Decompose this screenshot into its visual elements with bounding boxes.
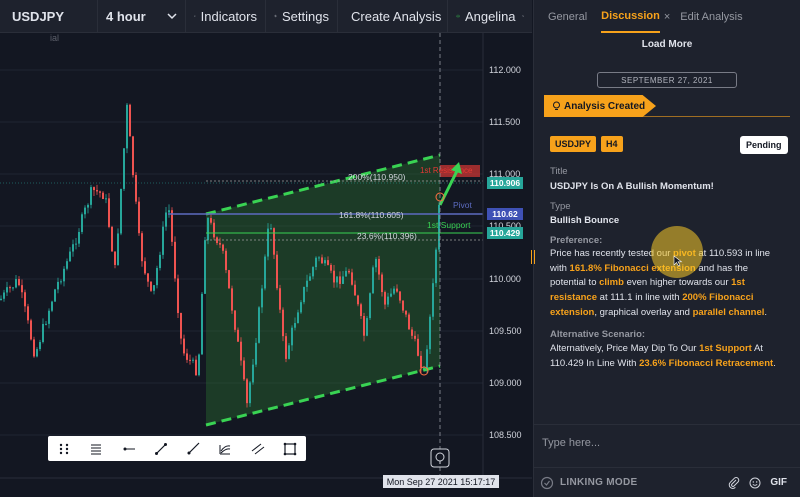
ray-icon[interactable] — [186, 442, 200, 456]
title-label: Title — [550, 166, 568, 177]
chevron-down-icon — [167, 13, 177, 20]
type-label: Type — [550, 201, 571, 212]
analysis-panel: General Discussion × Edit Analysis Load … — [531, 0, 800, 497]
message-input[interactable]: Type here... — [534, 424, 800, 465]
alt-text: Alternatively, Price May Dip To Our — [550, 343, 700, 354]
alt-highlight: 1st Support — [699, 343, 752, 354]
cursor-highlight — [651, 226, 703, 278]
parallel-channel-icon[interactable] — [251, 442, 265, 456]
price-axis-label: 112.000 — [489, 65, 521, 75]
badge-row: USDJPY H4 — [550, 136, 628, 152]
idea-marker[interactable] — [430, 448, 450, 468]
tab-general[interactable]: General — [548, 0, 587, 33]
price-axis-label: 111.500 — [489, 117, 520, 127]
fib-161-label: 161.8%(110.605) — [339, 210, 404, 220]
tab-close-icon[interactable]: × — [664, 11, 670, 23]
symbol-badge: USDJPY — [550, 136, 597, 152]
alt-scenario-text: Alternatively, Price May Dip To Our 1st … — [550, 342, 786, 371]
linking-mode-label[interactable]: LINKING MODE — [560, 477, 638, 488]
date-separator: SEPTEMBER 27, 2021 — [597, 72, 737, 88]
preference-label: Preference: — [550, 235, 603, 246]
cursor-pointer-icon — [673, 255, 683, 267]
pref-text: at 111.1 in line with — [597, 292, 683, 304]
analysis-created-banner: Analysis Created — [544, 95, 656, 117]
tab-edit-analysis[interactable]: Edit Analysis — [680, 0, 742, 33]
parallel-channel-fill — [206, 155, 440, 425]
panel-tabs: General Discussion × Edit Analysis — [534, 0, 800, 33]
title-value: USDJPY Is On A Bullish Momentum! — [550, 181, 714, 192]
lightbulb-icon — [553, 101, 560, 110]
price-axis[interactable]: 112.000111.500111.000110.500110.000109.5… — [489, 65, 522, 440]
timeframe-badge: H4 — [601, 136, 623, 152]
alt-scenario-label: Alternative Scenario: — [550, 329, 646, 340]
create-analysis-button[interactable]: Create Analysis — [338, 0, 448, 33]
chart-toolbar: USDJPY 4 hour Indicators Settings Create… — [0, 0, 532, 33]
chart-canvas[interactable]: ial 1st Resistance 200%(110.950) 161.8%(… — [0, 33, 532, 497]
pref-highlight: climb — [599, 277, 624, 289]
price-chart[interactable]: ial 1st Resistance 200%(110.950) 161.8%(… — [0, 33, 532, 497]
resistance-label: 1st Resistance — [420, 166, 473, 175]
attachment-icon[interactable] — [728, 476, 740, 489]
pref-highlight: parallel channel — [692, 306, 765, 318]
drawing-toolbar — [48, 436, 306, 461]
type-value: Bullish Bounce — [550, 215, 620, 226]
price-axis-label: 110.000 — [489, 274, 521, 284]
alt-highlight: 23.6% Fibonacci Retracement — [639, 357, 774, 369]
price-badge-green-bottom: 110.429 — [490, 228, 521, 238]
tab-discussion[interactable]: Discussion — [601, 0, 660, 33]
fib-23-label: 23.6%(110.396) — [357, 231, 417, 241]
horizontal-ray-icon[interactable] — [122, 442, 136, 456]
pitchfork-icon[interactable] — [218, 442, 232, 456]
fib-tool-icon[interactable] — [89, 442, 103, 456]
pref-text: , graphical overlay and — [594, 306, 693, 318]
user-selector[interactable]: Angelina — [448, 0, 532, 33]
create-analysis-label: Create Analysis — [351, 8, 442, 24]
gif-button[interactable]: GIF — [770, 477, 787, 488]
price-axis-label: 109.500 — [489, 326, 522, 336]
interval-label: 4 hour — [106, 8, 146, 24]
rectangle-icon[interactable] — [283, 442, 297, 456]
panel-resize-handle[interactable] — [531, 250, 535, 264]
emoji-icon[interactable] — [749, 477, 761, 489]
drag-handle-icon[interactable] — [57, 442, 71, 456]
composer-toolbar: LINKING MODE GIF — [534, 467, 800, 497]
price-axis-label: 108.500 — [489, 430, 522, 440]
fib-200-label: 200%(110.950) — [348, 172, 406, 182]
price-axis-label: 109.000 — [489, 378, 522, 388]
message-input-placeholder: Type here... — [542, 437, 601, 449]
crosshair-date-label: Mon Sep 27 2021 15:17:17 — [387, 477, 496, 487]
price-badge-blue: 110.62 — [492, 209, 518, 219]
pref-text: . — [764, 306, 768, 318]
gear-icon — [274, 14, 277, 18]
user-label: Angelina — [464, 8, 516, 24]
linking-mode-icon[interactable] — [540, 476, 554, 490]
settings-button[interactable]: Settings — [266, 0, 338, 33]
settings-label: Settings — [282, 8, 329, 24]
alt-text: . — [773, 357, 776, 369]
indicators-label: Indicators — [200, 8, 257, 24]
chart-watermark: ial — [50, 33, 59, 43]
banner-label: Analysis Created — [564, 100, 646, 112]
line-chart-icon — [194, 15, 196, 17]
date-separator-label: SEPTEMBER 27, 2021 — [621, 75, 713, 85]
symbol-label: USDJPY — [12, 8, 65, 24]
trend-line-icon[interactable] — [154, 442, 168, 456]
interval-selector[interactable]: 4 hour — [98, 0, 186, 33]
support-label: 1st Support — [427, 220, 471, 230]
symbol-selector[interactable]: USDJPY — [0, 0, 98, 33]
price-badge-green-top: 110.906 — [490, 178, 521, 188]
indicators-button[interactable]: Indicators — [186, 0, 266, 33]
load-more-button[interactable]: Load More — [534, 39, 800, 50]
status-badge: Pending — [740, 136, 788, 154]
pivot-label: Pivot — [453, 200, 473, 210]
pref-text: even higher towards our — [623, 277, 732, 289]
cloud-check-icon — [456, 14, 460, 18]
chevron-down-icon — [521, 15, 524, 17]
